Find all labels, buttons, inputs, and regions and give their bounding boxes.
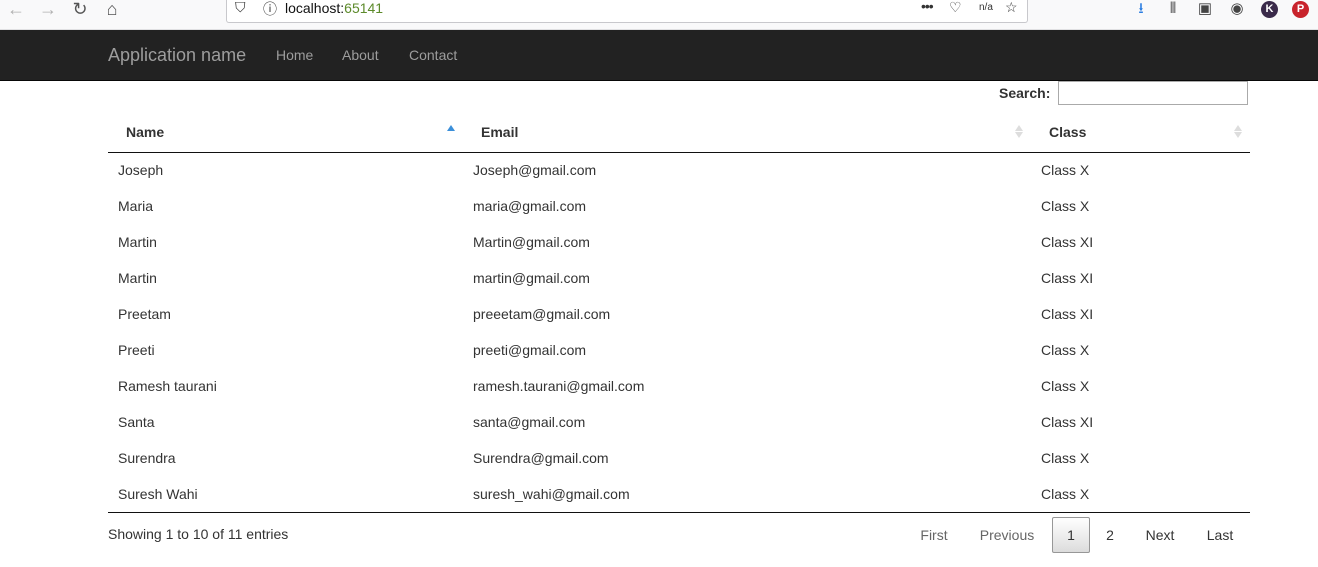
url-bar[interactable]: ⛉ ⓘ localhost:65141 ••• ♡ n/a ☆	[226, 0, 1028, 23]
cell-email: santa@gmail.com	[473, 414, 586, 430]
account-icon[interactable]: ◉	[1227, 0, 1247, 20]
url-text[interactable]: localhost:65141	[285, 0, 383, 16]
data-table: Name Email Class Joseph Joseph@gmail.com…	[108, 112, 1250, 513]
cell-class: Class X	[1031, 476, 1250, 513]
column-header-email-label: Email	[481, 123, 519, 140]
extension-k-icon[interactable]: K	[1261, 1, 1278, 18]
pagination-previous[interactable]: Previous	[970, 517, 1044, 553]
cell-email: martin@gmail.com	[473, 270, 590, 286]
column-header-name-label: Name	[126, 123, 165, 140]
table-row: Ramesh taurani ramesh.taurani@gmail.com …	[108, 368, 1250, 404]
page-actions-icon[interactable]: •••	[921, 0, 934, 14]
sort-both-icon	[1015, 123, 1023, 139]
cell-email: ramesh.taurani@gmail.com	[473, 378, 645, 394]
cell-name: Santa	[118, 414, 155, 430]
pocket-icon[interactable]: ♡	[949, 0, 962, 16]
nav-contact[interactable]: Contact	[409, 47, 457, 63]
cell-name: Martin	[118, 234, 157, 250]
pagination-next[interactable]: Next	[1134, 517, 1186, 553]
forward-icon[interactable]: →	[36, 0, 60, 20]
home-icon[interactable]: ⌂	[100, 0, 124, 20]
column-header-class-label: Class	[1049, 123, 1087, 140]
nav-home[interactable]: Home	[276, 47, 313, 63]
cell-name: Martin	[118, 270, 157, 286]
cell-email: preeetam@gmail.com	[473, 306, 611, 322]
sidebar-icon[interactable]: ▣	[1195, 0, 1215, 20]
pagination-page-1[interactable]: 1	[1052, 517, 1090, 553]
app-navbar: Application name Home About Contact	[0, 30, 1318, 81]
shield-icon[interactable]: ⛉	[235, 0, 246, 16]
cell-email: Joseph@gmail.com	[473, 162, 597, 179]
pagination-page-2[interactable]: 2	[1094, 517, 1126, 553]
cell-class: Class XI	[1041, 306, 1094, 322]
table-row: Suresh Wahi suresh_wahi@gmail.com Class …	[108, 476, 1250, 513]
sort-both-icon	[1234, 123, 1242, 139]
library-icon[interactable]: ⫴	[1163, 0, 1183, 20]
pagination-first[interactable]: First	[908, 517, 960, 553]
cell-class: Class X	[1041, 342, 1090, 358]
browser-toolbar: ← → ↻ ⌂ ⛉ ⓘ localhost:65141 ••• ♡ n/a ☆ …	[0, 0, 1318, 30]
cell-class: Class X	[1041, 162, 1090, 179]
cell-class: Class X	[1041, 378, 1090, 394]
cell-class: Class XI	[1041, 414, 1094, 430]
cell-email: maria@gmail.com	[473, 198, 587, 214]
table-header-row: Name Email Class	[108, 112, 1250, 153]
table-row: Martin Martin@gmail.com Class XI	[108, 224, 1250, 260]
app-brand[interactable]: Application name	[108, 45, 246, 66]
download-icon[interactable]: ⭳	[1131, 0, 1151, 20]
table-row: Surendra Surendra@gmail.com Class X	[108, 440, 1250, 476]
back-icon[interactable]: ←	[4, 0, 28, 20]
cell-name: Surendra	[118, 450, 176, 466]
cell-class: Class X	[1041, 450, 1090, 466]
pagination-last[interactable]: Last	[1194, 517, 1246, 553]
reload-icon[interactable]: ↻	[68, 0, 92, 20]
table-info: Showing 1 to 10 of 11 entries	[108, 526, 289, 542]
column-header-name[interactable]: Name	[108, 112, 463, 153]
cell-name: Suresh Wahi	[108, 476, 463, 513]
search-input[interactable]	[1058, 81, 1248, 105]
cell-name: Joseph	[118, 162, 164, 179]
table-row: Maria maria@gmail.com Class X	[108, 188, 1250, 224]
cell-name: Ramesh taurani	[118, 378, 217, 394]
cell-name: Preetam	[118, 306, 171, 322]
nav-about[interactable]: About	[342, 47, 379, 63]
na-extension-label[interactable]: n/a	[979, 2, 993, 13]
bookmark-star-icon[interactable]: ☆	[1005, 0, 1018, 16]
cell-class: Class X	[1041, 198, 1090, 214]
search-label: Search:	[999, 85, 1051, 101]
cell-email: Surendra@gmail.com	[473, 450, 609, 466]
table-row: Martin martin@gmail.com Class XI	[108, 260, 1250, 296]
cell-name: Maria	[118, 198, 154, 214]
table-row: Santa santa@gmail.com Class XI	[108, 404, 1250, 440]
pinterest-icon[interactable]: P	[1292, 1, 1309, 18]
cell-name: Preeti	[118, 342, 155, 358]
cell-class: Class XI	[1041, 234, 1094, 250]
cell-class: Class XI	[1041, 270, 1094, 286]
table-row: Joseph Joseph@gmail.com Class X	[108, 152, 1250, 188]
sort-ascending-icon	[447, 123, 455, 139]
cell-email: suresh_wahi@gmail.com	[463, 476, 1031, 513]
info-icon[interactable]: ⓘ	[263, 0, 277, 19]
column-header-email[interactable]: Email	[463, 112, 1031, 153]
column-header-class[interactable]: Class	[1031, 112, 1250, 153]
table-row: Preeti preeti@gmail.com Class X	[108, 332, 1250, 368]
table-row: Preetam preeetam@gmail.com Class XI	[108, 296, 1250, 332]
cell-email: preeti@gmail.com	[473, 342, 587, 358]
cell-email: Martin@gmail.com	[473, 234, 590, 250]
